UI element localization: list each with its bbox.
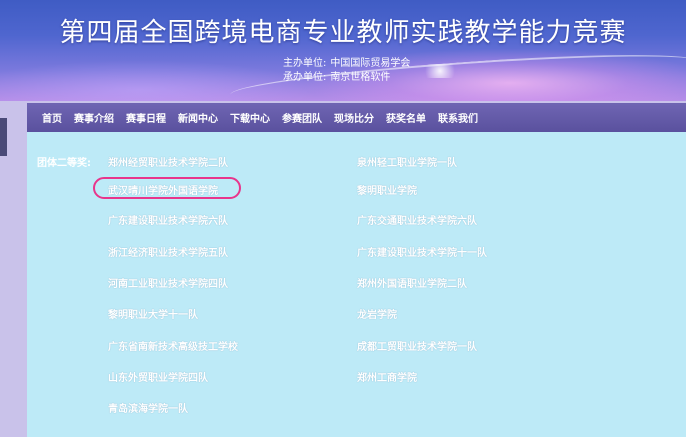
list-item: 青岛滨海学院一队 <box>108 404 188 415</box>
nav-item-downloads[interactable]: 下载中心 <box>230 110 270 125</box>
list-item: 广东交通职业技术学院六队 <box>357 216 477 227</box>
group-award-label: 团体二等奖: <box>37 158 91 169</box>
banner-title: 第四届全国跨境电商专业教师实践教学能力竞赛 <box>59 18 627 48</box>
nav-item-event-intro[interactable]: 赛事介绍 <box>74 110 114 125</box>
list-item: 龙岩学院 <box>357 310 397 321</box>
highlight-circle <box>93 177 241 199</box>
contractor-name: 南京世格软件 <box>330 72 391 83</box>
list-item: 广东建设职业技术学院十一队 <box>357 248 487 259</box>
nav-item-home[interactable]: 首页 <box>42 110 62 125</box>
list-item: 郑州工商学院 <box>357 373 417 384</box>
contractor-line: 承办单位: 南京世格软件 <box>283 68 390 83</box>
left-edge-strip <box>0 118 7 156</box>
nav-item-schedule[interactable]: 赛事日程 <box>126 110 166 125</box>
contractor-label: 承办单位: <box>283 72 327 83</box>
site-banner: 第四届全国跨境电商专业教师实践教学能力竞赛 主办单位: 中国国际贸易学会 承办单位… <box>0 0 686 101</box>
nav-item-winners[interactable]: 获奖名单 <box>386 110 426 125</box>
list-item: 河南工业职业技术学院四队 <box>108 279 228 290</box>
nav-item-live-scores[interactable]: 现场比分 <box>334 110 374 125</box>
awards-content: 团体二等奖: 郑州经贸职业技术学院二队 武汉晴川学院外国语学院 广东建设职业技术… <box>27 132 686 437</box>
list-item: 成都工贸职业技术学院一队 <box>357 342 477 353</box>
nav-item-news[interactable]: 新闻中心 <box>178 110 218 125</box>
list-item: 郑州外国语职业学院二队 <box>357 279 467 290</box>
organizer-line: 主办单位: 中国国际贸易学会 <box>283 54 410 69</box>
main-nav: 首页 赛事介绍 赛事日程 新闻中心 下载中心 参赛团队 现场比分 获奖名单 联系… <box>27 103 686 132</box>
nav-item-teams[interactable]: 参赛团队 <box>282 110 322 125</box>
list-item: 泉州轻工职业学院一队 <box>357 158 457 169</box>
list-item: 郑州经贸职业技术学院二队 <box>108 158 228 169</box>
list-item: 黎明职业学院 <box>357 186 417 197</box>
nav-item-contact[interactable]: 联系我们 <box>438 110 478 125</box>
list-item: 广东省南新技术高级技工学校 <box>108 342 238 353</box>
list-item: 广东建设职业技术学院六队 <box>108 216 228 227</box>
banner-sparkle <box>420 64 460 78</box>
list-item: 黎明职业大学十一队 <box>108 310 198 321</box>
list-item: 山东外贸职业学院四队 <box>108 373 208 384</box>
list-item: 浙江经济职业技术学院五队 <box>108 248 228 259</box>
